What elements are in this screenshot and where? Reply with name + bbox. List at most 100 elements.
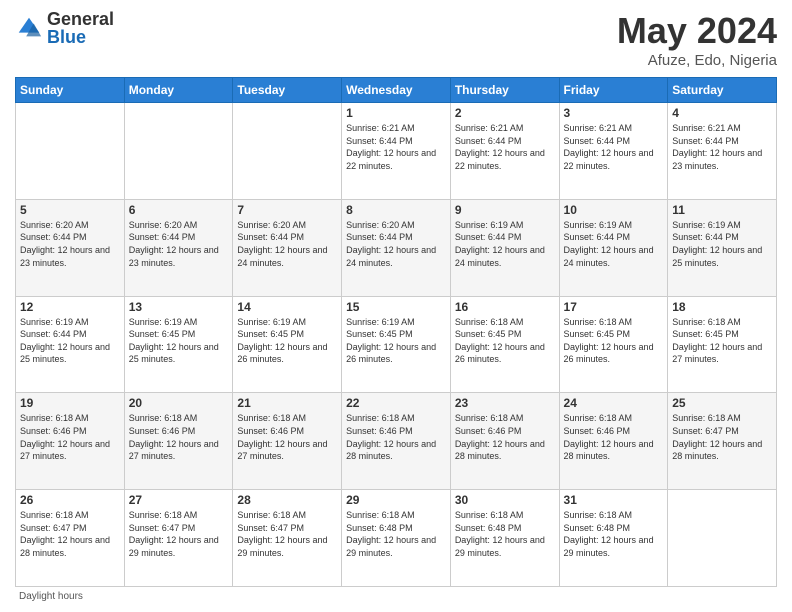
table-row: 19Sunrise: 6:18 AM Sunset: 6:46 PM Dayli… — [16, 393, 125, 490]
table-row: 21Sunrise: 6:18 AM Sunset: 6:46 PM Dayli… — [233, 393, 342, 490]
day-number: 23 — [455, 396, 555, 410]
col-thursday: Thursday — [450, 78, 559, 103]
logo-general: General — [47, 10, 114, 28]
table-row: 31 Sunrise: 6:18 AM Sunset: 6:48 PM Dayli… — [559, 490, 668, 587]
page: General Blue May 2024 Afuze, Edo, Nigeri… — [0, 0, 792, 612]
day-info: Sunrise: 6:18 AM Sunset: 6:47 PM Dayligh… — [20, 509, 120, 559]
logo-text: General Blue — [47, 10, 114, 46]
table-row: 26 Sunrise: 6:18 AM Sunset: 6:47 PM Dayli… — [16, 490, 125, 587]
day-info: Sunrise: 6:19 AM Sunset: 6:44 PM Dayligh… — [672, 219, 772, 269]
header: General Blue May 2024 Afuze, Edo, Nigeri… — [15, 10, 777, 69]
day-number: 22 — [346, 396, 446, 410]
day-info: Sunrise: 6:18 AM Sunset: 6:47 PM Dayligh… — [129, 509, 229, 559]
col-tuesday: Tuesday — [233, 78, 342, 103]
day-number: 2 — [455, 106, 555, 120]
table-row — [16, 103, 125, 200]
calendar-table: Sunday Monday Tuesday Wednesday Thursday… — [15, 77, 777, 587]
table-row: 30Sunrise: 6:18 AM Sunset: 6:48 PM Dayli… — [450, 490, 559, 587]
table-row: 29 Sunrise: 6:18 AM Sunset: 6:48 PM Dayli… — [342, 490, 451, 587]
table-row: 10 Sunrise: 6:19 AM Sunset: 6:44 PM Dayli… — [559, 199, 668, 296]
day-info: Sunrise: 6:19 AM Sunset: 6:45 PM Dayligh… — [346, 316, 446, 366]
table-row: 25 Sunrise: 6:18 AM Sunset: 6:47 PM Dayli… — [668, 393, 777, 490]
table-row — [668, 490, 777, 587]
calendar-week-5: 26 Sunrise: 6:18 AM Sunset: 6:47 PM Dayli… — [16, 490, 777, 587]
table-row: 24 Sunrise: 6:18 AM Sunset: 6:46 PM Dayli… — [559, 393, 668, 490]
day-info: Sunrise: 6:19 AM Sunset: 6:44 PM Dayligh… — [20, 316, 120, 366]
day-info: Sunrise: 6:18 AM Sunset: 6:46 PM Dayligh… — [237, 412, 337, 462]
day-info: Sunrise: 6:20 AM Sunset: 6:44 PM Dayligh… — [237, 219, 337, 269]
day-info: Sunrise: 6:18 AM Sunset: 6:46 PM Dayligh… — [455, 412, 555, 462]
header-row: Sunday Monday Tuesday Wednesday Thursday… — [16, 78, 777, 103]
calendar-body: 1 Sunrise: 6:21 AM Sunset: 6:44 PM Daylig… — [16, 103, 777, 587]
table-row: 16Sunrise: 6:18 AM Sunset: 6:45 PM Dayli… — [450, 296, 559, 393]
day-info: Sunrise: 6:18 AM Sunset: 6:46 PM Dayligh… — [346, 412, 446, 462]
day-number: 1 — [346, 106, 446, 120]
col-monday: Monday — [124, 78, 233, 103]
table-row: 28 Sunrise: 6:18 AM Sunset: 6:47 PM Dayli… — [233, 490, 342, 587]
logo-blue-text: Blue — [47, 28, 114, 46]
table-row: 17Sunrise: 6:18 AM Sunset: 6:45 PM Dayli… — [559, 296, 668, 393]
day-info: Sunrise: 6:20 AM Sunset: 6:44 PM Dayligh… — [20, 219, 120, 269]
day-info: Sunrise: 6:18 AM Sunset: 6:46 PM Dayligh… — [20, 412, 120, 462]
day-info: Sunrise: 6:20 AM Sunset: 6:44 PM Dayligh… — [346, 219, 446, 269]
table-row: 18Sunrise: 6:18 AM Sunset: 6:45 PM Dayli… — [668, 296, 777, 393]
table-row: 13Sunrise: 6:19 AM Sunset: 6:45 PM Dayli… — [124, 296, 233, 393]
day-number: 31 — [564, 493, 664, 507]
day-info: Sunrise: 6:21 AM Sunset: 6:44 PM Dayligh… — [672, 122, 772, 172]
logo: General Blue — [15, 10, 114, 46]
day-number: 5 — [20, 203, 120, 217]
day-info: Sunrise: 6:18 AM Sunset: 6:46 PM Dayligh… — [129, 412, 229, 462]
day-number: 24 — [564, 396, 664, 410]
day-info: Sunrise: 6:19 AM Sunset: 6:44 PM Dayligh… — [564, 219, 664, 269]
day-info: Sunrise: 6:18 AM Sunset: 6:48 PM Dayligh… — [346, 509, 446, 559]
col-saturday: Saturday — [668, 78, 777, 103]
day-info: Sunrise: 6:18 AM Sunset: 6:47 PM Dayligh… — [672, 412, 772, 462]
day-info: Sunrise: 6:20 AM Sunset: 6:44 PM Dayligh… — [129, 219, 229, 269]
table-row: 15 Sunrise: 6:19 AM Sunset: 6:45 PM Dayli… — [342, 296, 451, 393]
table-row: 14 Sunrise: 6:19 AM Sunset: 6:45 PM Dayli… — [233, 296, 342, 393]
col-wednesday: Wednesday — [342, 78, 451, 103]
day-info: Sunrise: 6:19 AM Sunset: 6:45 PM Dayligh… — [237, 316, 337, 366]
day-number: 25 — [672, 396, 772, 410]
day-number: 27 — [129, 493, 229, 507]
calendar-header: Sunday Monday Tuesday Wednesday Thursday… — [16, 78, 777, 103]
day-number: 28 — [237, 493, 337, 507]
day-info: Sunrise: 6:21 AM Sunset: 6:44 PM Dayligh… — [564, 122, 664, 172]
table-row: 8Sunrise: 6:20 AM Sunset: 6:44 PM Daylig… — [342, 199, 451, 296]
table-row: 2Sunrise: 6:21 AM Sunset: 6:44 PM Daylig… — [450, 103, 559, 200]
day-number: 26 — [20, 493, 120, 507]
day-number: 12 — [20, 300, 120, 314]
day-info: Sunrise: 6:18 AM Sunset: 6:47 PM Dayligh… — [237, 509, 337, 559]
table-row: 27 Sunrise: 6:18 AM Sunset: 6:47 PM Dayli… — [124, 490, 233, 587]
table-row: 12 Sunrise: 6:19 AM Sunset: 6:44 PM Dayli… — [16, 296, 125, 393]
table-row: 20Sunrise: 6:18 AM Sunset: 6:46 PM Dayli… — [124, 393, 233, 490]
day-number: 4 — [672, 106, 772, 120]
day-number: 29 — [346, 493, 446, 507]
day-number: 11 — [672, 203, 772, 217]
calendar-week-3: 12 Sunrise: 6:19 AM Sunset: 6:44 PM Dayli… — [16, 296, 777, 393]
day-number: 14 — [237, 300, 337, 314]
day-number: 10 — [564, 203, 664, 217]
calendar-week-1: 1 Sunrise: 6:21 AM Sunset: 6:44 PM Daylig… — [16, 103, 777, 200]
table-row: 1 Sunrise: 6:21 AM Sunset: 6:44 PM Daylig… — [342, 103, 451, 200]
table-row: 23 Sunrise: 6:18 AM Sunset: 6:46 PM Dayli… — [450, 393, 559, 490]
day-number: 18 — [672, 300, 772, 314]
table-row: 3 Sunrise: 6:21 AM Sunset: 6:44 PM Daylig… — [559, 103, 668, 200]
table-row: 5 Sunrise: 6:20 AM Sunset: 6:44 PM Daylig… — [16, 199, 125, 296]
table-row: 9Sunrise: 6:19 AM Sunset: 6:44 PM Daylig… — [450, 199, 559, 296]
day-info: Sunrise: 6:18 AM Sunset: 6:45 PM Dayligh… — [455, 316, 555, 366]
day-info: Sunrise: 6:21 AM Sunset: 6:44 PM Dayligh… — [346, 122, 446, 172]
table-row — [233, 103, 342, 200]
day-number: 13 — [129, 300, 229, 314]
location: Afuze, Edo, Nigeria — [617, 52, 777, 69]
day-info: Sunrise: 6:18 AM Sunset: 6:46 PM Dayligh… — [564, 412, 664, 462]
title-block: May 2024 Afuze, Edo, Nigeria — [617, 10, 777, 69]
day-number: 3 — [564, 106, 664, 120]
calendar-week-2: 5 Sunrise: 6:20 AM Sunset: 6:44 PM Daylig… — [16, 199, 777, 296]
day-info: Sunrise: 6:18 AM Sunset: 6:48 PM Dayligh… — [564, 509, 664, 559]
day-info: Sunrise: 6:19 AM Sunset: 6:44 PM Dayligh… — [455, 219, 555, 269]
col-friday: Friday — [559, 78, 668, 103]
month-title: May 2024 — [617, 10, 777, 52]
day-number: 15 — [346, 300, 446, 314]
day-info: Sunrise: 6:18 AM Sunset: 6:45 PM Dayligh… — [564, 316, 664, 366]
